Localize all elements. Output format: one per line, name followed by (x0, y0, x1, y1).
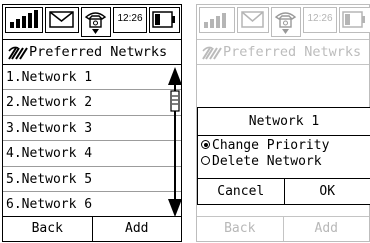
back-button[interactable]: Back (3, 217, 92, 241)
clock-time: 12:26 (113, 7, 147, 33)
page-title: Preferred Netwrks (29, 44, 168, 60)
back-button: Back (224, 221, 256, 236)
scroll-up-arrow-icon (168, 67, 182, 85)
list-item-network-5[interactable]: 5.Network 5 (3, 167, 181, 192)
envelope-icon (237, 7, 269, 33)
dialog-title: Network 1 (198, 108, 370, 136)
telephone-icon (81, 7, 111, 37)
screen-title-bar: Preferred Netwrks (3, 39, 181, 65)
signal-strength-icon (5, 7, 43, 33)
network-tools-icon (8, 46, 28, 60)
softkey-bar: Back Add (3, 216, 181, 241)
option-change-priority[interactable]: Change Priority (198, 138, 370, 154)
clock-time: 12:26 (303, 7, 337, 33)
add-button: Add (282, 217, 370, 241)
status-bar: 12:26 (3, 5, 181, 37)
battery-icon (339, 7, 370, 33)
radio-selected-icon[interactable] (201, 140, 210, 149)
cancel-button[interactable]: Cancel (198, 179, 284, 204)
network-options-dialog: Network 1 Change Priority Delete Network (197, 107, 370, 179)
dialog-button-row: Cancel OK (197, 179, 370, 205)
list-item-network-3[interactable]: 3.Network 3 (3, 116, 181, 142)
signal-strength-icon (199, 7, 235, 33)
list-scrollbar[interactable] (167, 67, 183, 217)
network-options-screen: 12:26 Preferred Netwrks Network 1 Change… (196, 4, 370, 242)
option-delete-network[interactable]: Delete Network (198, 154, 370, 170)
scroll-down-arrow-icon (168, 199, 182, 217)
preferred-networks-screen: 12:26 Preferred Netwrks 1.Network 1 2.Ne… (2, 4, 182, 242)
status-bar-dimmed: 12:26 (197, 5, 370, 37)
list-item-network-4[interactable]: 4.Network 4 (3, 141, 181, 167)
battery-icon (149, 7, 180, 33)
telephone-icon (271, 7, 301, 37)
network-tools-icon (202, 46, 222, 60)
page-title: Preferred Netwrks (223, 44, 362, 60)
envelope-icon (45, 7, 79, 33)
list-item-network-1[interactable]: 1.Network 1 (3, 65, 181, 91)
list-item-network-6[interactable]: 6.Network 6 (3, 192, 181, 218)
list-item-network-2[interactable]: 2.Network 2 (3, 90, 181, 116)
network-list: 1.Network 1 2.Network 2 3.Network 3 4.Ne… (3, 65, 181, 218)
softkey-bar: Back Add (197, 216, 369, 241)
screen-title-bar: Preferred Netwrks (197, 39, 369, 65)
scroll-thumb (170, 90, 180, 112)
add-button[interactable]: Add (91, 217, 182, 241)
radio-unselected-icon[interactable] (201, 156, 210, 165)
ok-button[interactable]: OK (283, 179, 370, 204)
